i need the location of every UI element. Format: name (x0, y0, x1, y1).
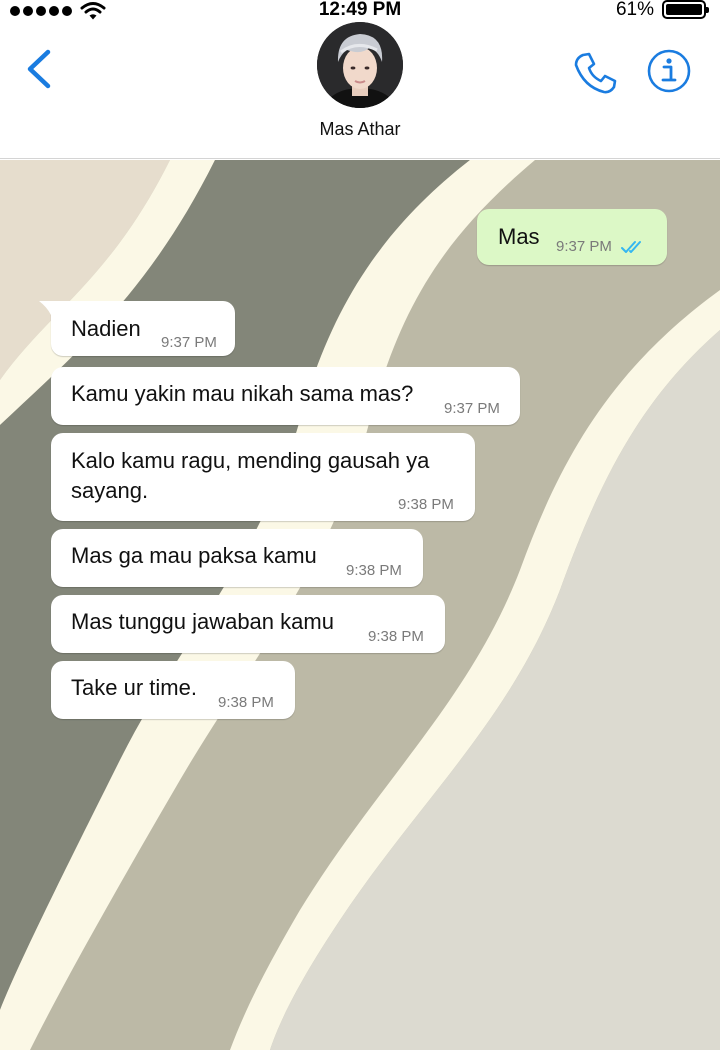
message-time: 9:38 PM (346, 562, 402, 579)
message-time: 9:37 PM (556, 238, 612, 255)
back-chevron-icon[interactable] (20, 44, 60, 94)
double-check-icon (621, 241, 641, 253)
message-time: 9:37 PM (444, 400, 500, 417)
message-text: Take ur time. (71, 675, 197, 700)
phone-icon[interactable] (570, 48, 620, 98)
message-text: Mas tunggu jawaban kamu (71, 609, 334, 634)
message-bubble-incoming[interactable]: Take ur time. 9:38 PM (51, 661, 295, 719)
message-bubble-incoming[interactable]: Kalo kamu ragu, mending gausah ya sayang… (51, 433, 475, 521)
battery-icon (662, 0, 709, 19)
message-text: Nadien (71, 316, 141, 341)
chat-area[interactable]: Mas 9:37 PM Nadien 9:37 PM Kamu yakin ma… (0, 160, 720, 1050)
bubble-tail (39, 301, 51, 315)
message-bubble-incoming[interactable]: Nadien 9:37 PM (39, 301, 235, 356)
info-icon[interactable] (646, 48, 692, 94)
message-time: 9:38 PM (368, 628, 424, 645)
message-bubble-outgoing[interactable]: Mas 9:37 PM (477, 209, 667, 265)
contact-name[interactable]: Mas Athar (0, 119, 720, 140)
message-text: Mas (498, 224, 540, 249)
message-text: Kamu yakin mau nikah sama mas? (71, 381, 414, 406)
status-bar: 12:49 PM 61% (0, 0, 720, 22)
message-time: 9:38 PM (218, 694, 274, 711)
message-time: 9:37 PM (161, 334, 217, 351)
battery-percentage: 61% (615, 0, 654, 20)
message-text: Mas ga mau paksa kamu (71, 543, 317, 568)
message-time: 9:38 PM (398, 496, 454, 513)
message-bubble-incoming[interactable]: Kamu yakin mau nikah sama mas? 9:37 PM (51, 367, 520, 425)
avatar-photo (317, 22, 403, 108)
contact-avatar[interactable] (317, 22, 403, 108)
status-time: 12:49 PM (318, 0, 402, 20)
message-bubble-incoming[interactable]: Mas tunggu jawaban kamu 9:38 PM (51, 595, 445, 653)
message-bubble-incoming[interactable]: Mas ga mau paksa kamu 9:38 PM (51, 529, 423, 587)
chat-header: Mas Athar (0, 22, 720, 159)
